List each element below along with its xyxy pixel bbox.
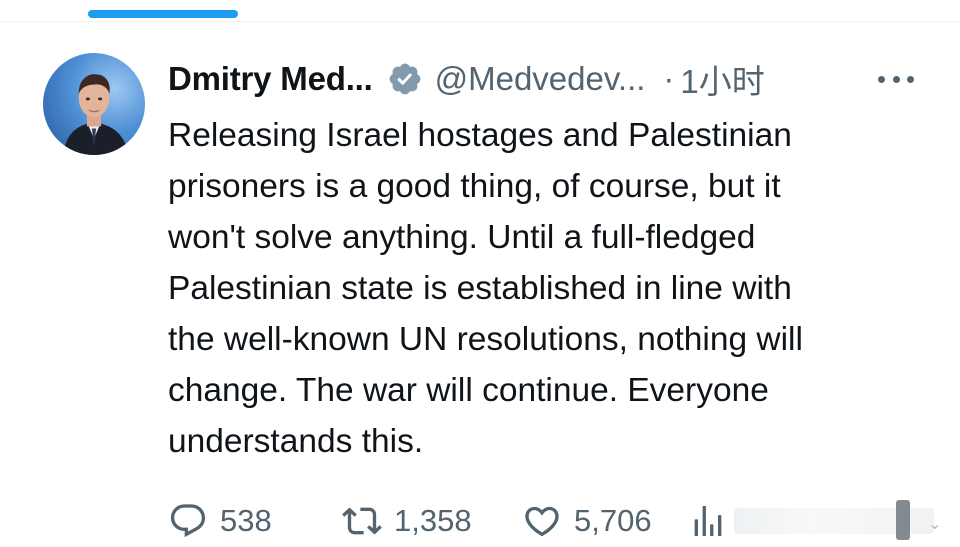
tweet-text-line: prisoners is a good thing, of course, bu… — [168, 168, 781, 205]
like-button[interactable]: 5,706 — [522, 496, 652, 546]
avatar-portrait-icon — [63, 74, 129, 155]
active-tab-indicator — [88, 10, 238, 18]
tweet-text-line: Releasing Israel hostages and Palestinia… — [168, 117, 792, 154]
verified-badge-icon[interactable] — [387, 61, 423, 97]
tweet-text-line: won't solve anything. Until a full-fledg… — [168, 219, 756, 256]
like-count: 5,706 — [574, 503, 652, 538]
author-name[interactable]: Dmitry Med... — [168, 60, 373, 98]
tweet-text-line: Palestinian state is established in line… — [168, 270, 792, 307]
tweet-text-line: the well-known UN resolutions, nothing w… — [168, 321, 803, 358]
reply-count: 538 — [220, 503, 272, 538]
share-icon[interactable]: ⌄ — [928, 514, 941, 534]
tweet-header: Dmitry Med... @Medvedev... · 1小时 — [168, 54, 765, 104]
tweet-timestamp[interactable]: 1小时 — [680, 55, 764, 103]
tweet-text: Releasing Israel hostages and Palestinia… — [168, 110, 928, 467]
bookmark-icon[interactable] — [896, 500, 910, 540]
more-dot — [907, 75, 914, 83]
avatar[interactable] — [43, 53, 145, 155]
separator-dot: · — [663, 60, 675, 97]
more-options-icon[interactable] — [872, 64, 920, 94]
more-dot — [892, 75, 900, 83]
reply-button[interactable]: 538 — [168, 496, 272, 546]
retweet-button[interactable]: 1,358 — [342, 496, 472, 546]
tweet-text-line: change. The war will continue. Everyone — [168, 372, 769, 409]
analytics-icon — [694, 506, 722, 536]
action-bar: 538 1,358 5,706 ⌄ — [168, 496, 958, 546]
more-dot — [878, 75, 885, 83]
retweet-icon — [342, 507, 382, 535]
author-handle[interactable]: @Medvedev... — [435, 60, 646, 98]
top-divider — [0, 21, 960, 22]
heart-icon — [525, 506, 559, 537]
retweet-count: 1,358 — [394, 503, 472, 538]
reply-icon — [170, 504, 206, 538]
tweet-view: Dmitry Med... @Medvedev... · 1小时 Releasi… — [0, 0, 960, 547]
views-button[interactable] — [688, 496, 728, 546]
tweet-text-line: understands this. — [168, 423, 424, 460]
